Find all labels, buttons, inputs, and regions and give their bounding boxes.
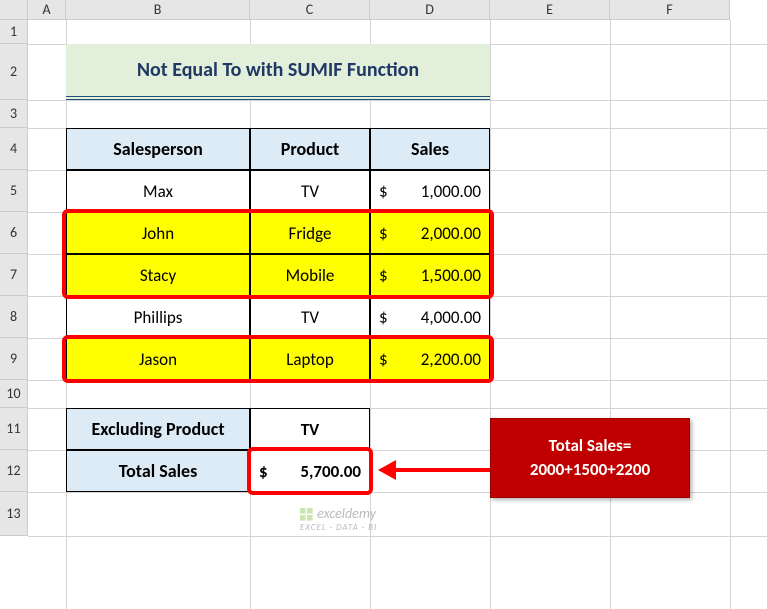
col-header-F[interactable]: F bbox=[610, 0, 730, 20]
cell-product[interactable]: Fridge bbox=[250, 212, 370, 254]
currency-symbol: $ bbox=[379, 349, 388, 370]
col-header-D[interactable]: D bbox=[370, 0, 490, 20]
row-header-6[interactable]: 6 bbox=[0, 212, 28, 254]
total-value: 5,700.00 bbox=[300, 461, 361, 482]
row-header-2[interactable]: 2 bbox=[0, 44, 28, 100]
currency-symbol: $ bbox=[259, 461, 268, 482]
watermark-main: exceldemy bbox=[317, 505, 376, 522]
cell-salesperson[interactable]: Stacy bbox=[66, 254, 250, 296]
cell-sales[interactable]: $2,000.00 bbox=[370, 212, 490, 254]
currency-symbol: $ bbox=[379, 265, 388, 286]
arrow-head-icon bbox=[378, 460, 396, 480]
row-header-10[interactable]: 10 bbox=[0, 380, 28, 408]
col-header-A[interactable]: A bbox=[28, 0, 66, 20]
select-all-corner[interactable] bbox=[0, 0, 28, 20]
cell-sales[interactable]: $4,000.00 bbox=[370, 296, 490, 338]
watermark-sub: EXCEL · DATA · BI bbox=[300, 522, 377, 533]
page-title: Not Equal To with SUMIF Function bbox=[66, 44, 490, 100]
callout-line1: Total Sales= bbox=[549, 434, 632, 458]
currency-symbol: $ bbox=[379, 307, 388, 328]
col-header-B[interactable]: B bbox=[66, 0, 250, 20]
cell-sales[interactable]: $1,000.00 bbox=[370, 170, 490, 212]
excluding-product-label: Excluding Product bbox=[66, 408, 250, 450]
row-header-11[interactable]: 11 bbox=[0, 408, 28, 450]
sales-value: 1,500.00 bbox=[421, 265, 481, 286]
cell-salesperson[interactable]: John bbox=[66, 212, 250, 254]
row-header-4[interactable]: 4 bbox=[0, 128, 28, 170]
header-product: Product bbox=[250, 128, 370, 170]
sales-value: 2,200.00 bbox=[421, 349, 481, 370]
sales-value: 4,000.00 bbox=[421, 307, 481, 328]
row-header-3[interactable]: 3 bbox=[0, 100, 28, 128]
sales-value: 2,000.00 bbox=[421, 223, 481, 244]
callout-line2: 2000+1500+2200 bbox=[530, 458, 650, 482]
cell-product[interactable]: TV bbox=[250, 170, 370, 212]
row-header-9[interactable]: 9 bbox=[0, 338, 28, 380]
row-header-5[interactable]: 5 bbox=[0, 170, 28, 212]
watermark: exceldemyEXCEL · DATA · BI bbox=[300, 505, 377, 533]
cell-product[interactable]: Laptop bbox=[250, 338, 370, 380]
col-header-E[interactable]: E bbox=[490, 0, 610, 20]
cell-salesperson[interactable]: Max bbox=[66, 170, 250, 212]
currency-symbol: $ bbox=[379, 181, 388, 202]
arrow-line bbox=[396, 468, 490, 472]
cell-product[interactable]: TV bbox=[250, 296, 370, 338]
cell-product[interactable]: Mobile bbox=[250, 254, 370, 296]
callout-box: Total Sales=2000+1500+2200 bbox=[490, 418, 690, 498]
row-header-12[interactable]: 12 bbox=[0, 450, 28, 492]
total-sales-label: Total Sales bbox=[66, 450, 250, 492]
cell-salesperson[interactable]: Phillips bbox=[66, 296, 250, 338]
header-sales: Sales bbox=[370, 128, 490, 170]
header-salesperson: Salesperson bbox=[66, 128, 250, 170]
row-header-8[interactable]: 8 bbox=[0, 296, 28, 338]
row-header-1[interactable]: 1 bbox=[0, 20, 28, 44]
row-header-7[interactable]: 7 bbox=[0, 254, 28, 296]
spreadsheet-grid: ABCDEF12345678910111213Not Equal To with… bbox=[0, 0, 767, 609]
sales-value: 1,000.00 bbox=[421, 181, 481, 202]
col-header-C[interactable]: C bbox=[250, 0, 370, 20]
cell-sales[interactable]: $2,200.00 bbox=[370, 338, 490, 380]
currency-symbol: $ bbox=[379, 223, 388, 244]
cell-sales[interactable]: $1,500.00 bbox=[370, 254, 490, 296]
excluding-product-value[interactable]: TV bbox=[250, 408, 370, 450]
row-header-13[interactable]: 13 bbox=[0, 492, 28, 536]
total-sales-value[interactable]: $5,700.00 bbox=[250, 450, 370, 492]
cell-salesperson[interactable]: Jason bbox=[66, 338, 250, 380]
